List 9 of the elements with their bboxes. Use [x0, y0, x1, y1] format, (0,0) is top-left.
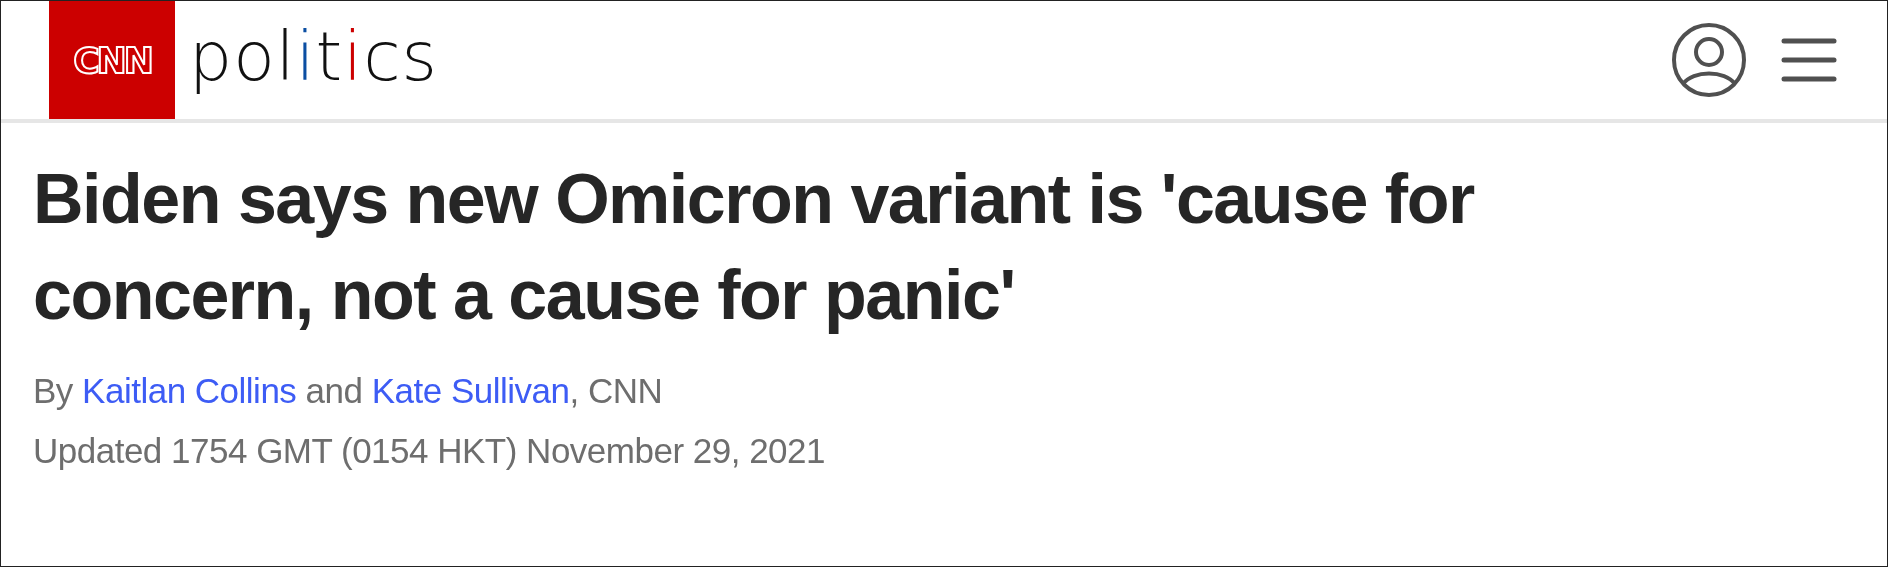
headline: Biden says new Omicron variant is 'cause for concern, not a cause for panic': [33, 159, 1476, 336]
author-link[interactable]: Kate Sullivan: [371, 371, 570, 410]
updated-timestamp: Updated 1754 GMT (0154 HKT) November 29, 2021: [33, 431, 827, 471]
author-link[interactable]: Kaitlan Collins: [82, 371, 297, 410]
menu-icon[interactable]: [1781, 36, 1837, 84]
cnn-logo[interactable]: CNN: [73, 39, 151, 81]
section-wordmark[interactable]: pol iti cs: [189, 16, 438, 96]
byline: By Kaitlan Collins and Kate Sullivan, CNN: [33, 371, 664, 411]
account-icon[interactable]: [1671, 22, 1747, 98]
